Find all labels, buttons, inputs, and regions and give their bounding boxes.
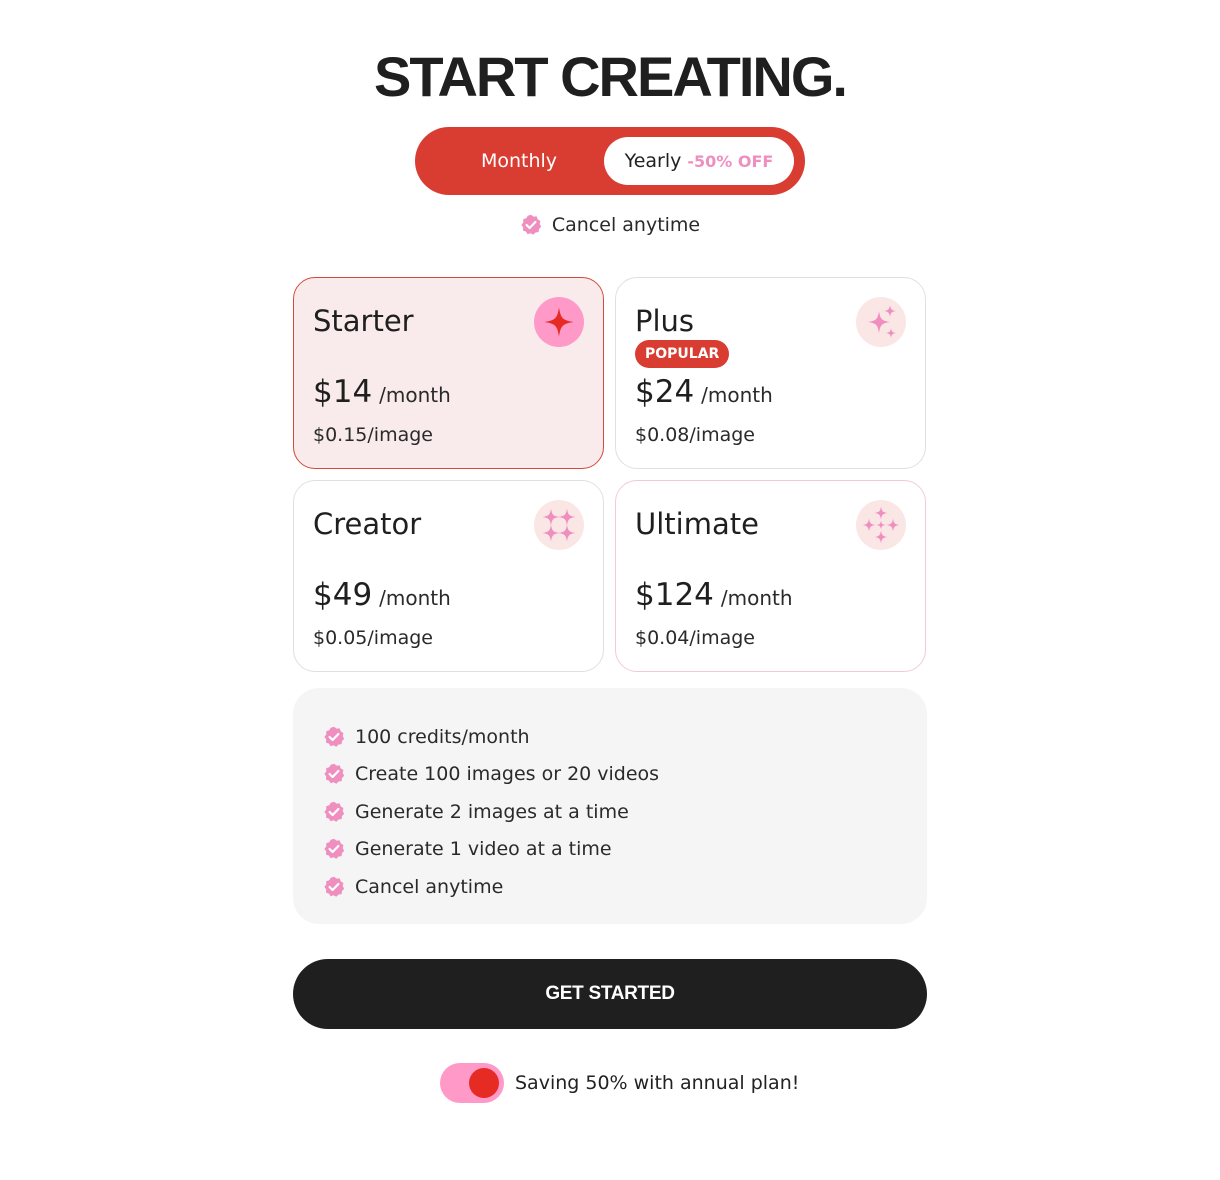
feature-item: 100 credits/month: [323, 718, 927, 756]
check-badge-icon: [323, 838, 345, 861]
check-badge-icon: [323, 800, 345, 823]
features-list: 100 credits/month Create 100 images or 2…: [293, 688, 927, 924]
get-started-button[interactable]: GET STARTED: [293, 959, 927, 1029]
check-badge-icon: [323, 875, 345, 898]
plan-card-plus[interactable]: Plus POPULAR $24 /month $0.08/image: [615, 277, 926, 469]
plan-price: $124 /month: [635, 577, 793, 613]
feature-text: Cancel anytime: [355, 875, 504, 898]
price-amount: $24: [635, 374, 695, 410]
sparkle-1-icon: [534, 297, 584, 347]
price-amount: $14: [313, 374, 373, 410]
plan-name: Starter: [313, 304, 414, 338]
sparkle-2-icon: [856, 297, 906, 347]
price-amount: $124: [635, 577, 714, 613]
sparkle-4-icon: [534, 500, 584, 550]
page-title: START CREATING.: [374, 45, 848, 108]
check-badge-icon: [323, 763, 345, 786]
plan-card-ultimate[interactable]: Ultimate $124 /month $0.04/image: [615, 480, 926, 672]
price-period: /month: [379, 586, 451, 610]
cancel-note-text: Cancel anytime: [551, 214, 701, 236]
plan-name: Creator: [313, 507, 422, 541]
plan-name: Plus: [635, 304, 695, 338]
price-per-image: $0.04/image: [635, 627, 755, 649]
cancel-note: Cancel anytime: [0, 214, 1220, 236]
yearly-discount-label: -50% OFF: [687, 151, 774, 171]
price-per-image: $0.05/image: [313, 627, 433, 649]
plan-price: $49 /month: [313, 577, 451, 613]
plan-card-creator[interactable]: Creator $49 /month $0.05/image: [293, 480, 604, 672]
price-per-image: $0.15/image: [313, 424, 433, 446]
feature-item: Generate 2 images at a time: [323, 793, 927, 831]
feature-item: Generate 1 video at a time: [323, 831, 927, 869]
feature-text: Create 100 images or 20 videos: [355, 763, 660, 786]
price-period: /month: [379, 383, 451, 407]
annual-plan-switch[interactable]: [440, 1063, 504, 1103]
switch-knob: [469, 1068, 499, 1098]
plan-card-starter[interactable]: Starter $14 /month $0.15/image: [293, 277, 604, 469]
yearly-label: Yearly: [624, 150, 682, 172]
popular-badge: POPULAR: [635, 340, 730, 368]
feature-text: Generate 1 video at a time: [355, 838, 612, 861]
billing-toggle[interactable]: Monthly Yearly -50% OFF: [415, 127, 805, 195]
annual-plan-label: Saving 50% with annual plan!: [515, 1072, 800, 1094]
yearly-option[interactable]: Yearly -50% OFF: [604, 137, 794, 185]
feature-item: Cancel anytime: [323, 868, 927, 906]
price-per-image: $0.08/image: [635, 424, 755, 446]
price-period: /month: [701, 383, 773, 407]
annual-plan-row: Saving 50% with annual plan!: [440, 1062, 799, 1104]
plan-name: Ultimate: [635, 507, 759, 541]
price-amount: $49: [313, 577, 373, 613]
check-badge-icon: [323, 725, 345, 748]
feature-text: Generate 2 images at a time: [355, 800, 629, 823]
feature-text: 100 credits/month: [355, 725, 530, 748]
price-period: /month: [720, 586, 793, 610]
feature-item: Create 100 images or 20 videos: [323, 756, 927, 794]
plan-price: $14 /month: [313, 374, 451, 410]
monthly-option[interactable]: Monthly: [423, 135, 615, 187]
check-badge-icon: [520, 214, 542, 236]
plan-price: $24 /month: [635, 374, 773, 410]
sparkle-5-icon: [856, 500, 906, 550]
